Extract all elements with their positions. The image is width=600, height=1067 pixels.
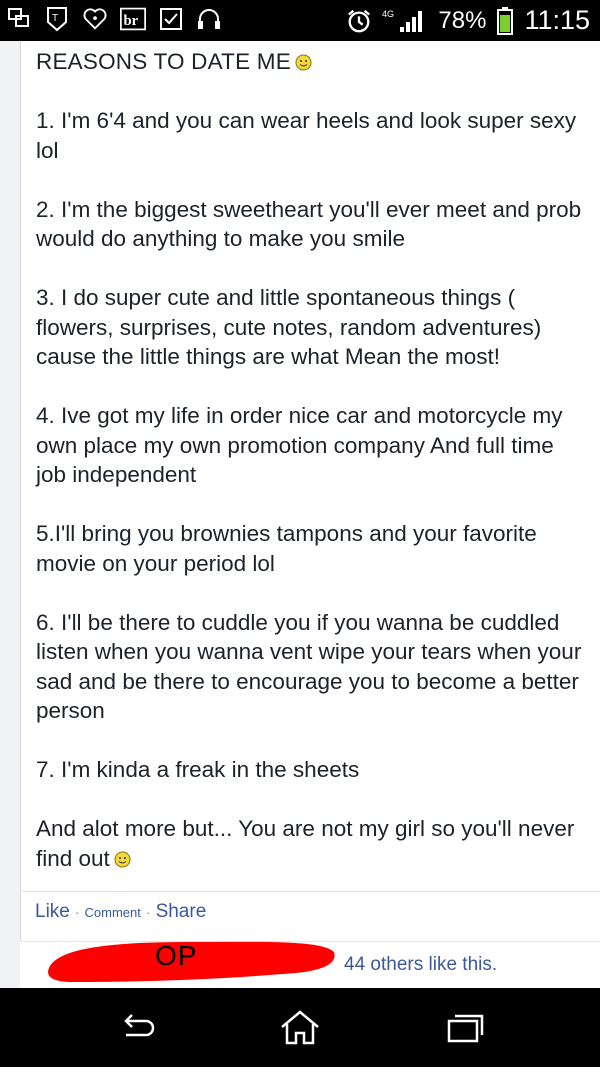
reason-paragraph: 4. Ive got my life in order nice car and…: [36, 403, 563, 487]
svg-text:T: T: [52, 13, 58, 24]
post-actions: Like · Comment · Share: [35, 901, 206, 923]
post-text: REASONS TO DATE ME 1. I'm 6'4 and you ca…: [36, 47, 586, 903]
post-card: REASONS TO DATE ME 1. I'm 6'4 and you ca…: [20, 41, 600, 988]
screenshot-icon: [6, 6, 32, 32]
op-label: OP: [155, 940, 198, 971]
android-nav-bar: [0, 988, 600, 1067]
feed-gutter: [0, 41, 20, 988]
reason-paragraph: 2. I'm the biggest sweetheart you'll eve…: [36, 196, 582, 252]
bleacher-report-icon: br: [120, 6, 146, 32]
back-button[interactable]: [113, 1008, 163, 1048]
home-button[interactable]: [275, 1008, 325, 1048]
comment-link[interactable]: Comment: [85, 905, 141, 920]
closing-paragraph: And alot more but... You are not my girl…: [36, 814, 586, 873]
svg-text:br: br: [123, 13, 138, 29]
tmobile-app-icon: T: [44, 6, 70, 32]
recent-apps-icon: [447, 1014, 484, 1043]
reason-paragraph: 6. I'll be there to cuddle you if you wa…: [36, 609, 582, 724]
checkbox-icon: [158, 6, 184, 32]
battery-percent: 78%: [438, 6, 487, 34]
separator: ·: [145, 904, 151, 920]
clock: 11:15: [524, 5, 590, 35]
post-title: REASONS TO DATE ME: [36, 47, 586, 77]
headphones-icon: [196, 6, 222, 32]
like-link[interactable]: Like: [35, 901, 70, 923]
battery-icon: [496, 6, 514, 35]
system-indicators: 4G 78% 11:15: [346, 0, 590, 41]
reason-paragraph: 7. I'm kinda a freak in the sheets: [36, 757, 360, 782]
signal-icon: 4G: [382, 8, 428, 34]
notification-icons: T br: [6, 6, 222, 32]
reason-paragraph: 1. I'm 6'4 and you can wear heels and lo…: [36, 108, 577, 163]
iheartradio-icon: [82, 6, 108, 32]
alarm-icon: [346, 8, 372, 34]
separator: ·: [74, 904, 80, 920]
recent-apps-button[interactable]: [440, 1008, 490, 1048]
smiley-icon: [114, 851, 131, 867]
share-link[interactable]: Share: [156, 901, 207, 923]
reason-paragraph: 5.I'll bring you brownies tampons and yo…: [36, 521, 537, 576]
home-icon: [281, 1010, 319, 1045]
post-title-text: REASONS TO DATE ME: [36, 49, 291, 74]
status-bar: T br 4G 78% 11:15: [0, 0, 600, 41]
smiley-icon: [295, 54, 312, 71]
network-type-label: 4G: [382, 9, 394, 19]
likes-count-link[interactable]: 44 others like this.: [344, 954, 497, 976]
back-arrow-icon: [124, 1014, 155, 1037]
reason-paragraph: 3. I do super cute and little spontaneou…: [36, 285, 542, 369]
divider: [20, 891, 600, 892]
